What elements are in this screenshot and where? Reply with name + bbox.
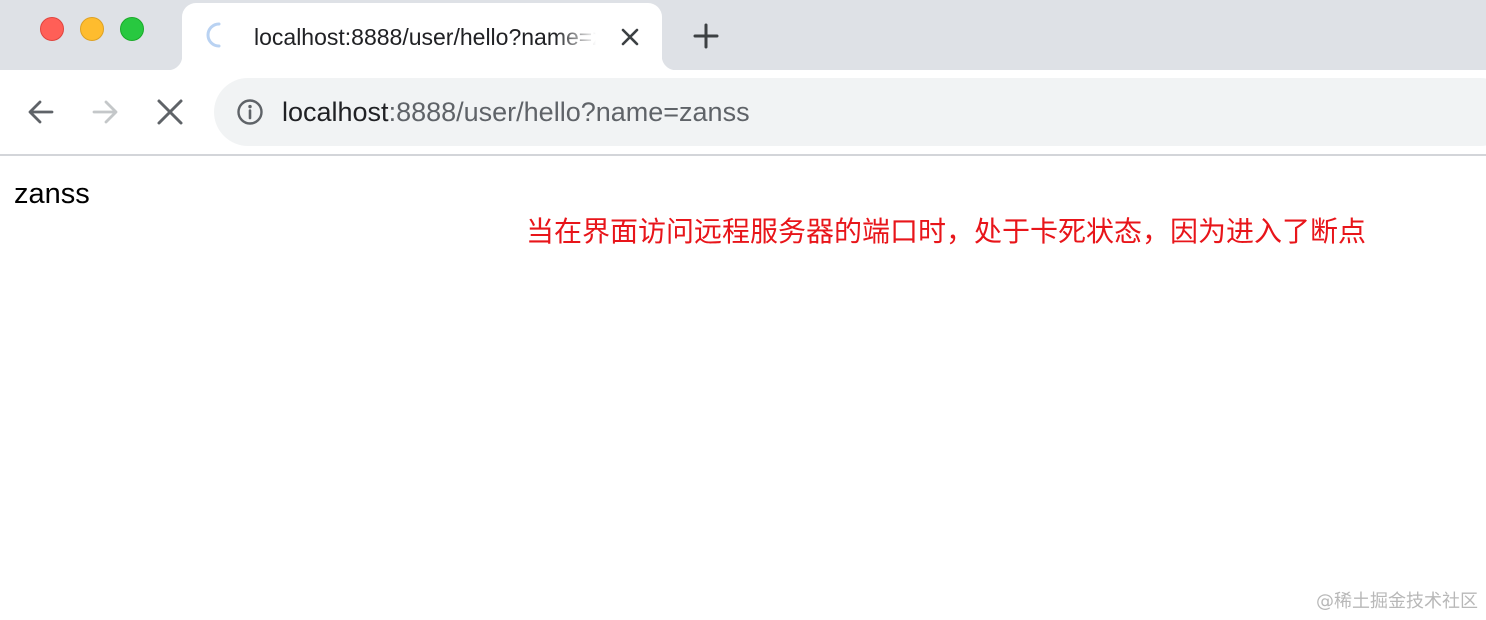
page-content: zanss 当在界面访问远程服务器的端口时，处于卡死状态，因为进入了断点 @稀土… [0,156,1486,620]
arrow-right-icon[interactable] [89,96,121,128]
tab-active[interactable]: localhost:8888/user/hello?name=zanss [168,3,676,70]
plus-icon[interactable] [692,22,720,50]
response-text: zanss [14,178,90,210]
annotation-note: 当在界面访问远程服务器的端口时，处于卡死状态，因为进入了断点 [526,215,1367,248]
loading-spinner-icon [206,22,221,48]
window-minimize-button[interactable] [80,17,104,41]
window-close-button[interactable] [40,17,64,41]
address-bar[interactable]: localhost:8888/user/hello?name=zanss [214,78,1486,146]
watermark: @稀土掘金技术社区 [1316,591,1478,612]
close-icon[interactable] [618,25,642,49]
browser-window: localhost:8888/user/hello?name=zanss loc… [0,0,1486,620]
tab-title: localhost:8888/user/hello?name=zanss [254,24,596,50]
arrow-left-icon[interactable] [25,96,57,128]
url-path: :8888/user/hello?name=zanss [388,97,750,127]
url-text[interactable]: localhost:8888/user/hello?name=zanss [282,95,750,129]
window-maximize-button[interactable] [120,17,144,41]
tab-strip: localhost:8888/user/hello?name=zanss [0,0,1486,70]
url-host: localhost [282,97,389,127]
toolbar: localhost:8888/user/hello?name=zanss [0,70,1486,156]
stop-loading-icon[interactable] [154,96,186,128]
info-icon[interactable] [236,98,264,126]
